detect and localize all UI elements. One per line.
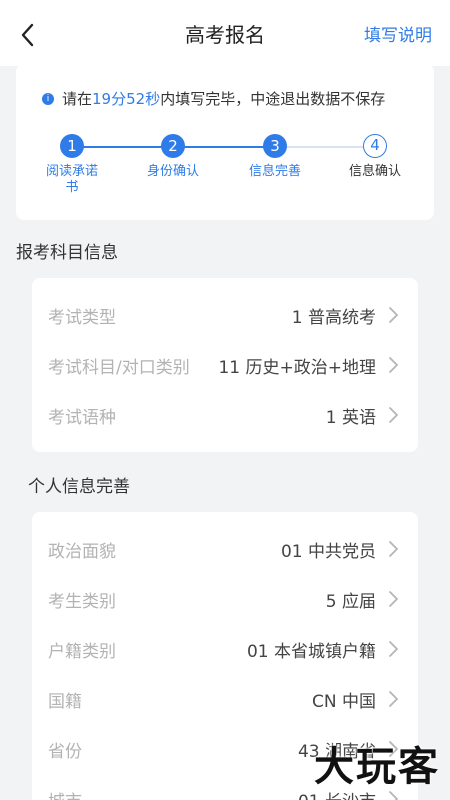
chevron-right-icon: [389, 591, 398, 607]
row-label: 考试类型: [48, 307, 116, 328]
household-type-row[interactable]: 户籍类别 01 本省城镇户籍: [32, 624, 418, 674]
row-value: 01 本省城镇户籍: [246, 641, 376, 662]
chevron-right-icon: [389, 307, 398, 323]
chevron-right-icon: [389, 407, 398, 423]
exam-section-title: 报考科目信息: [16, 243, 118, 263]
chevron-right-icon: [389, 641, 398, 657]
political-status-row[interactable]: 政治面貌 01 中共党员: [32, 524, 418, 574]
step-3: 3 信息完善: [235, 134, 315, 180]
step-number: 3: [263, 134, 287, 158]
step-number: 4: [363, 134, 387, 158]
time-notice: i 请在 19分52秒 内填写完毕，中途退出数据不保存: [42, 88, 424, 109]
nationality-row[interactable]: 国籍 CN 中国: [32, 674, 418, 724]
row-value: 1 普高统考: [291, 307, 376, 328]
step-1: 1 阅读承诺书: [32, 134, 112, 196]
row-label: 考试科目/对口类别: [48, 357, 190, 378]
progress-card: i 请在 19分52秒 内填写完毕，中途退出数据不保存 1 阅读承诺书 2 身份…: [16, 64, 434, 220]
step-number: 1: [60, 134, 84, 158]
row-label: 省份: [48, 741, 82, 762]
row-label: 考生类别: [48, 591, 116, 612]
step-label: 信息确认: [348, 164, 401, 179]
step-4: 4 信息确认: [335, 134, 415, 180]
row-value: 11 历史+政治+地理: [218, 357, 376, 378]
row-label: 政治面貌: [48, 541, 116, 562]
exam-subject-row[interactable]: 考试科目/对口类别 11 历史+政治+地理: [32, 340, 418, 390]
row-value: 5 应届: [325, 591, 376, 612]
chevron-right-icon: [389, 357, 398, 373]
step-label: 身份确认: [146, 164, 199, 179]
chevron-right-icon: [389, 691, 398, 707]
watermark-logo: 大玩客: [314, 744, 440, 790]
notice-suffix: 内填写完毕，中途退出数据不保存: [160, 90, 386, 108]
step-number: 2: [161, 134, 185, 158]
exam-language-row[interactable]: 考试语种 1 英语: [32, 390, 418, 440]
step-2: 2 身份确认: [133, 134, 213, 180]
exam-info-card: 考试类型 1 普高统考 考试科目/对口类别 11 历史+政治+地理 考试语种 1…: [32, 278, 418, 452]
step-label: 阅读承诺书: [45, 164, 98, 195]
notice-prefix: 请在: [62, 90, 93, 108]
step-label: 信息完善: [248, 164, 301, 179]
header-bar: 高考报名 填写说明: [0, 0, 450, 66]
countdown-timer: 19分52秒: [92, 90, 161, 108]
step-progress: 1 阅读承诺书 2 身份确认 3 信息完善 4 信息确认: [16, 134, 434, 204]
row-label: 考试语种: [48, 407, 116, 428]
row-label: 城市: [48, 787, 298, 800]
instructions-link[interactable]: 填写说明: [364, 21, 432, 46]
exam-type-row[interactable]: 考试类型 1 普高统考: [32, 290, 418, 340]
row-label: 国籍: [48, 691, 82, 712]
info-icon: i: [42, 92, 54, 105]
row-value: CN 中国: [312, 691, 376, 712]
row-value: 1 英语: [325, 407, 376, 428]
personal-section-title: 个人信息完善: [28, 477, 130, 497]
chevron-right-icon: [389, 541, 398, 557]
row-label: 户籍类别: [48, 641, 116, 662]
candidate-type-row[interactable]: 考生类别 5 应届: [32, 574, 418, 624]
row-value: 01 中共党员: [280, 541, 376, 562]
